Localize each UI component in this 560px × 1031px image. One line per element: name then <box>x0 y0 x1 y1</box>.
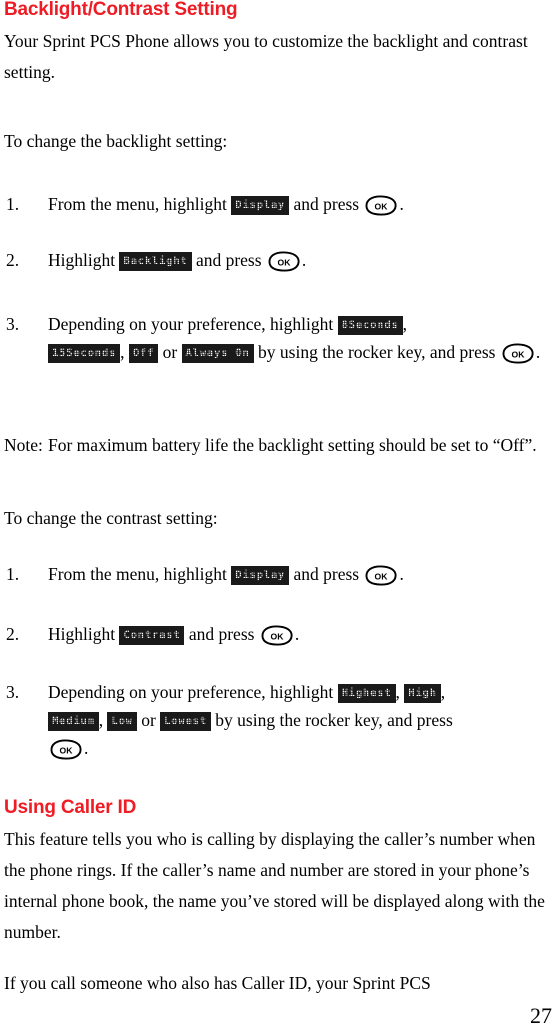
step-text-after: . <box>301 250 307 270</box>
step-number: 2. <box>6 250 20 270</box>
page-title-backlight-contrast: Backlight/Contrast Setting <box>4 0 238 20</box>
svg-text:OK: OK <box>511 350 525 360</box>
step-text-before: Depending on your preference, highlight <box>48 682 334 702</box>
menu-chip-low[interactable]: Low <box>107 712 138 731</box>
menu-chip-contrast[interactable]: Contrast <box>119 626 185 645</box>
step-text-before: From the menu, highlight <box>48 194 227 214</box>
step-text-mid: by using the rocker key, and press <box>258 342 496 362</box>
ok-key-icon[interactable]: OK <box>267 251 301 272</box>
step-text-before: Highlight <box>48 624 116 644</box>
step-text-mid: and press <box>195 250 262 270</box>
caller-id-paragraph-1: This feature tells you who is calling by… <box>4 829 545 942</box>
menu-chip-15seconds[interactable]: 15Seconds <box>48 344 121 363</box>
step-number: 1. <box>6 194 20 214</box>
page-title-using-caller-id: Using Caller ID <box>4 797 137 818</box>
menu-chip-high[interactable]: High <box>404 684 441 703</box>
page-number: 27 <box>530 1003 552 1028</box>
menu-chip-medium[interactable]: Medium <box>48 712 99 731</box>
separator-comma: , <box>402 314 407 334</box>
backlight-step-1: 1. From the menu, highlight Display and … <box>4 190 560 218</box>
ok-key-icon[interactable]: OK <box>364 565 398 586</box>
step-text-mid: by using the rocker key, and press <box>215 710 453 730</box>
menu-chip-display[interactable]: Display <box>231 196 290 215</box>
separator-comma: , <box>120 342 125 362</box>
step-number: 3. <box>6 682 20 702</box>
step-text-before: Highlight <box>48 250 116 270</box>
separator-comma: , <box>440 682 446 702</box>
menu-chip-off[interactable]: Off <box>128 344 159 363</box>
intro-paragraph: Your Sprint PCS Phone allows you to cust… <box>4 31 528 82</box>
contrast-step-2: 2. Highlight Contrast and press OK . <box>4 620 560 648</box>
caller-id-paragraph-2: If you call someone who also has Caller … <box>4 973 431 993</box>
backlight-step-2: 2. Highlight Backlight and press OK . <box>4 246 560 274</box>
contrast-lead-text: To change the contrast setting: <box>4 508 218 528</box>
step-text-mid: and press <box>188 624 255 644</box>
step-text-after: . <box>399 564 404 584</box>
backlight-lead-text: To change the backlight setting: <box>4 131 228 151</box>
ok-key-icon[interactable]: OK <box>501 343 535 364</box>
menu-chip-8seconds[interactable]: 8Seconds <box>337 316 403 335</box>
svg-text:OK: OK <box>277 258 291 268</box>
note-text: For maximum battery life the backlight s… <box>48 435 537 455</box>
ok-key-icon[interactable]: OK <box>364 195 398 216</box>
step-text-mid: and press <box>293 564 360 584</box>
step-text-after: . <box>399 194 404 214</box>
ok-key-icon[interactable]: OK <box>260 625 294 646</box>
svg-text:OK: OK <box>375 202 389 212</box>
menu-chip-always-on[interactable]: Always On <box>181 344 254 363</box>
ok-key-icon[interactable]: OK <box>49 739 83 760</box>
separator-comma: , <box>395 682 400 702</box>
svg-text:OK: OK <box>60 746 74 756</box>
step-number: 2. <box>6 624 20 644</box>
conjunction-or: or <box>141 710 156 730</box>
svg-text:OK: OK <box>270 632 284 642</box>
menu-chip-backlight[interactable]: Backlight <box>119 252 192 271</box>
step-number: 3. <box>6 314 20 334</box>
note-block: Note: For maximum battery life the backl… <box>4 432 560 458</box>
step-number: 1. <box>6 564 20 584</box>
step-text-mid: and press <box>293 194 360 214</box>
step-text-after: . <box>84 738 89 758</box>
conjunction-or: or <box>162 342 178 362</box>
contrast-step-1: 1. From the menu, highlight Display and … <box>4 560 560 588</box>
manual-page: Backlight/Contrast Setting Your Sprint P… <box>0 0 560 1031</box>
step-text-after: . <box>294 624 300 644</box>
svg-text:OK: OK <box>375 572 389 582</box>
backlight-step-3: 3. Depending on your preference, highlig… <box>4 310 560 366</box>
menu-chip-highest[interactable]: Highest <box>337 684 396 703</box>
contrast-step-3: 3. Depending on your preference, highlig… <box>4 678 560 762</box>
menu-chip-display[interactable]: Display <box>231 566 290 585</box>
separator-comma: , <box>98 710 104 730</box>
step-text-before: From the menu, highlight <box>48 564 227 584</box>
step-text-after: . <box>535 342 541 362</box>
note-label: Note: <box>4 435 43 455</box>
step-text-before: Depending on your preference, highlight <box>48 314 334 334</box>
menu-chip-lowest[interactable]: Lowest <box>160 712 211 731</box>
